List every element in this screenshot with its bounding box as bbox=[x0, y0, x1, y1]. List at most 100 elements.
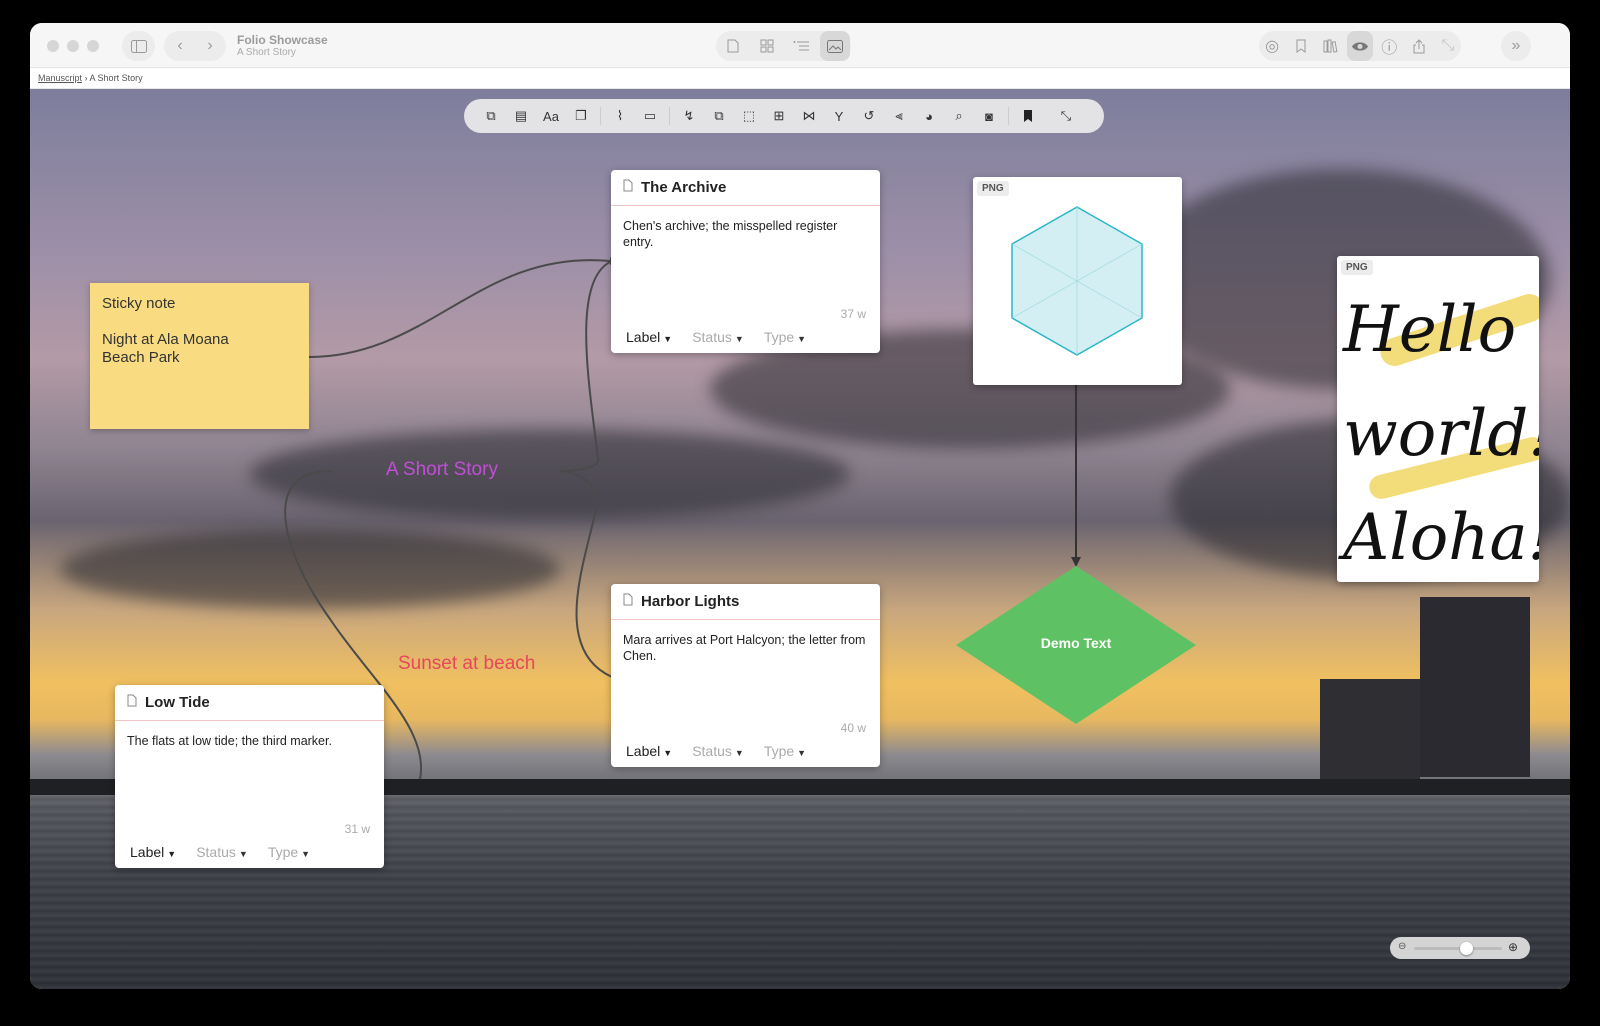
view-mode-switcher bbox=[716, 31, 851, 61]
sticky-line-1: Sticky note bbox=[102, 295, 176, 312]
app-window: ‹ › Folio Showcase A Short Story ◎ ⓘ ⤡ »… bbox=[30, 23, 1570, 989]
minimize-window-button[interactable] bbox=[67, 40, 79, 52]
type-dropdown[interactable]: Type ▼ bbox=[764, 743, 806, 759]
eye-icon[interactable] bbox=[1346, 31, 1374, 61]
card-header: Low Tide bbox=[115, 685, 384, 721]
expand-icon[interactable]: ⤡ bbox=[1435, 31, 1461, 61]
png-hexagon-image[interactable]: PNG bbox=[973, 177, 1182, 385]
sticky-line-3: Beach Park bbox=[102, 349, 180, 366]
font-icon[interactable]: Aa bbox=[536, 101, 566, 131]
hexagon-icon bbox=[1011, 206, 1143, 356]
handwriting-text: Hello world! Aloha! bbox=[1343, 278, 1539, 582]
card-footer: Label ▼ Status ▼ Type ▼ bbox=[130, 844, 310, 860]
palette-icon[interactable]: ◕ bbox=[914, 101, 944, 131]
sunset-label[interactable]: Sunset at beach bbox=[398, 653, 535, 675]
sticky-line-2: Night at Ala Moana bbox=[102, 331, 229, 348]
zoom-icon[interactable]: ⌕ bbox=[944, 101, 974, 131]
zoom-out-icon[interactable]: ⊖ bbox=[1398, 941, 1406, 952]
back-icon[interactable]: ‹ bbox=[165, 31, 195, 61]
fullscreen-icon[interactable]: ⤡ bbox=[1051, 101, 1081, 131]
bookmark-fill-icon[interactable] bbox=[1013, 101, 1043, 131]
camera-icon[interactable]: ◙ bbox=[974, 101, 1004, 131]
add-text-icon[interactable]: ▤ bbox=[506, 101, 536, 131]
forward-icon[interactable]: › bbox=[195, 31, 225, 61]
zoom-in-icon[interactable]: ⊕ bbox=[1508, 940, 1518, 954]
type-dropdown[interactable]: Type ▼ bbox=[764, 329, 806, 345]
card-low-tide[interactable]: Low Tide The flats at low tide; the thir… bbox=[115, 685, 384, 868]
card-title: The Archive bbox=[641, 179, 727, 196]
connector-icon[interactable]: ↯ bbox=[674, 101, 704, 131]
sticky-note[interactable]: Sticky note Night at Ala Moana Beach Par… bbox=[90, 283, 309, 429]
type-dropdown[interactable]: Type ▼ bbox=[268, 844, 310, 860]
word-count: 37 w bbox=[840, 307, 866, 321]
add-card-icon[interactable]: ⧉ bbox=[476, 101, 506, 131]
diamond-shape[interactable]: Demo Text bbox=[956, 566, 1196, 724]
selection-icon[interactable]: ⬚ bbox=[734, 101, 764, 131]
target-icon[interactable]: ◎ bbox=[1259, 31, 1285, 61]
archive-icon[interactable]: ▭ bbox=[635, 101, 665, 131]
connector-sticky-archive[interactable] bbox=[308, 259, 611, 358]
status-dropdown-text: Status bbox=[692, 329, 732, 345]
rotate-icon[interactable]: ↺ bbox=[854, 101, 884, 131]
word-count: 31 w bbox=[344, 822, 370, 836]
word-count: 40 w bbox=[840, 721, 866, 735]
info-icon[interactable]: ⓘ bbox=[1376, 31, 1402, 61]
zoom-window-button[interactable] bbox=[87, 40, 99, 52]
chevron-down-icon: ▼ bbox=[238, 849, 248, 859]
status-dropdown[interactable]: Status ▼ bbox=[692, 329, 744, 345]
zoom-slider-track[interactable] bbox=[1414, 947, 1502, 950]
brace-shape[interactable] bbox=[559, 260, 613, 678]
align-icon[interactable]: ⫷ bbox=[884, 101, 914, 131]
close-window-button[interactable] bbox=[47, 40, 59, 52]
library-icon[interactable] bbox=[1318, 31, 1344, 61]
bookmark-icon[interactable] bbox=[1288, 31, 1314, 61]
network-icon[interactable]: ⋈ bbox=[794, 101, 824, 131]
document-icon bbox=[623, 593, 633, 611]
window-title: Folio Showcase bbox=[237, 33, 328, 47]
short-story-label[interactable]: A Short Story bbox=[386, 459, 498, 481]
toolbar-divider bbox=[600, 107, 601, 125]
handwriting-line-1: Hello bbox=[1343, 293, 1517, 367]
branch-icon[interactable]: Y bbox=[824, 101, 854, 131]
label-dropdown-text: Label bbox=[626, 329, 661, 345]
label-dropdown[interactable]: Label ▼ bbox=[626, 743, 672, 759]
attachment-icon[interactable]: ⌇ bbox=[605, 101, 635, 131]
label-dropdown-text: Label bbox=[130, 844, 165, 860]
card-header: Harbor Lights bbox=[611, 584, 880, 620]
inspector-toolbar: ◎ ⓘ ⤡ bbox=[1259, 31, 1461, 61]
toolbar-divider bbox=[1008, 107, 1009, 125]
more-panels-button[interactable]: » bbox=[1501, 31, 1531, 61]
chevron-down-icon: ▼ bbox=[663, 334, 673, 344]
card-footer: Label ▼ Status ▼ Type ▼ bbox=[626, 743, 806, 759]
share-icon[interactable] bbox=[1405, 31, 1431, 61]
shapes-icon[interactable]: ❐ bbox=[566, 101, 596, 131]
freeform-canvas[interactable]: ⧉ ▤ Aa ❐ ⌇ ▭ ↯ ⧉ ⬚ ⊞ ⋈ Y ↺ ⫷ ◕ ⌕ ◙ ⤡ Sti… bbox=[30, 89, 1570, 989]
breadcrumb-root-link[interactable]: Manuscript bbox=[38, 73, 82, 83]
group-icon[interactable]: ⧉ bbox=[704, 101, 734, 131]
chevron-down-icon: ▼ bbox=[734, 748, 744, 758]
label-dropdown[interactable]: Label ▼ bbox=[130, 844, 176, 860]
card-header: The Archive bbox=[611, 170, 880, 206]
diamond-label: Demo Text bbox=[1040, 635, 1112, 651]
status-dropdown[interactable]: Status ▼ bbox=[692, 743, 744, 759]
card-body: The flats at low tide; the third marker. bbox=[127, 734, 332, 748]
png-badge: PNG bbox=[1341, 260, 1373, 275]
outline-icon[interactable] bbox=[786, 31, 816, 61]
zoom-slider-thumb[interactable] bbox=[1460, 942, 1473, 955]
grid-layout-icon[interactable]: ⊞ bbox=[764, 101, 794, 131]
breadcrumb-current: A Short Story bbox=[89, 73, 143, 83]
chevron-down-icon: ▼ bbox=[734, 334, 744, 344]
card-the-archive[interactable]: The Archive Chen's archive; the misspell… bbox=[611, 170, 880, 353]
canvas-icon[interactable] bbox=[819, 31, 850, 61]
status-dropdown-text: Status bbox=[196, 844, 236, 860]
png-handwriting-image[interactable]: PNG Hello world! Aloha! bbox=[1337, 256, 1539, 582]
label-dropdown[interactable]: Label ▼ bbox=[626, 329, 672, 345]
status-dropdown[interactable]: Status ▼ bbox=[196, 844, 248, 860]
handwriting-line-3: Aloha! bbox=[1343, 501, 1539, 575]
sidebar-toggle-button[interactable] bbox=[122, 31, 155, 61]
chevron-down-icon: ▼ bbox=[797, 334, 807, 344]
document-icon[interactable] bbox=[718, 31, 748, 61]
type-dropdown-text: Type bbox=[763, 743, 795, 759]
grid-icon[interactable] bbox=[752, 31, 782, 61]
card-harbor-lights[interactable]: Harbor Lights Mara arrives at Port Halcy… bbox=[611, 584, 880, 767]
